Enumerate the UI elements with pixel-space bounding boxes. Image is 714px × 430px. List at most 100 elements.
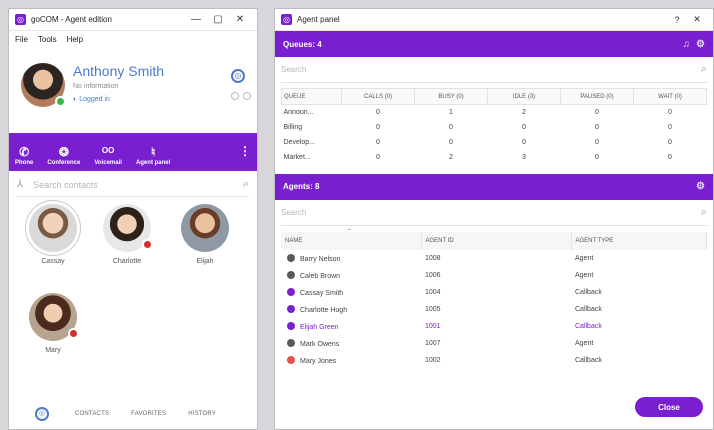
menu-help[interactable]: Help <box>67 35 83 44</box>
gocom-badge-icon[interactable]: ◎ <box>231 69 245 83</box>
contact-avatar <box>29 204 77 252</box>
agent-status-icon <box>287 253 295 262</box>
agent-status-icon <box>287 355 295 364</box>
contact-card-mary[interactable]: Mary <box>23 293 83 354</box>
queue-search: Search ⌕ <box>281 57 707 83</box>
table-row[interactable]: Mark Owens 1007 Agent <box>281 335 707 352</box>
contact-search: ⅄ Search contacts ⌕ <box>17 173 249 197</box>
table-cell: 2 <box>449 153 453 161</box>
agent-id-cell: 1006 <box>425 271 441 279</box>
search-icon[interactable]: ⌕ <box>701 63 707 76</box>
table-cell: 0 <box>522 138 526 146</box>
table-row[interactable]: Charlotte Hugh 1005 Callback <box>281 301 707 318</box>
busy-status-icon <box>68 328 79 339</box>
agent-settings-icon[interactable]: ⚙ <box>696 181 705 192</box>
notification-bell-icon[interactable]: ♫ <box>683 39 691 50</box>
online-status-icon <box>55 96 66 107</box>
queue-settings-icon[interactable]: ⚙ <box>696 39 705 50</box>
network-icon[interactable]: ⅄ <box>17 179 23 190</box>
contact-card-elijah[interactable]: Elijah <box>175 204 235 265</box>
column-header[interactable]: WAIT (0) <box>633 88 707 105</box>
user-profile: Anthony Smith No information ◐ Logged in… <box>9 47 257 133</box>
gocom-logo-icon: ◎ <box>281 14 292 25</box>
maximize-button[interactable]: ▢ <box>207 14 229 25</box>
table-cell: 0 <box>668 108 672 116</box>
nav-contacts[interactable]: CONTACTS <box>75 411 109 417</box>
agent-id-cell: 1008 <box>425 254 441 262</box>
more-options-icon[interactable]: ⋮ <box>239 144 251 158</box>
agent-panel-titlebar: ◎ Agent panel ? ✕ <box>275 9 713 31</box>
conference-button[interactable]: ❂ Conference <box>47 145 80 166</box>
table-row[interactable]: Announ... 0 1 2 0 0 <box>282 105 707 120</box>
conference-label: Conference <box>47 160 81 166</box>
phone-button[interactable]: ✆ Phone <box>15 145 33 166</box>
profile-dnd-icon[interactable] <box>243 92 251 100</box>
agent-type-cell: Callback <box>575 356 602 364</box>
contact-card-charlotte[interactable]: Charlotte <box>97 204 157 265</box>
table-cell: 0 <box>449 123 453 131</box>
table-cell: 0 <box>668 153 672 161</box>
nav-history[interactable]: HISTORY <box>188 411 216 417</box>
contact-avatar <box>181 204 229 252</box>
voicemail-label: Voicemail <box>94 160 122 166</box>
search-icon[interactable]: ⌕ <box>701 206 707 219</box>
queue-search-input[interactable]: Search <box>281 65 701 74</box>
menu-tools[interactable]: Tools <box>38 35 57 44</box>
table-row[interactable]: Cassay Smith 1004 Callback <box>281 284 707 301</box>
minimize-button[interactable]: — <box>185 14 207 25</box>
agent-name: Barry Nelson <box>300 255 341 263</box>
nav-favorites[interactable]: FAVORITES <box>131 411 166 417</box>
agent-search-input[interactable]: Search <box>281 208 701 217</box>
table-cell: Announ... <box>283 108 314 116</box>
agent-panel-button[interactable]: ♮ Agent panel <box>136 145 170 166</box>
table-cell: 0 <box>449 138 453 146</box>
agent-panel-label: Agent panel <box>135 160 171 166</box>
user-name[interactable]: Anthony Smith <box>73 63 164 79</box>
agent-status-icon <box>287 287 295 296</box>
agent-name-cell: Mary Jones <box>281 352 421 369</box>
table-cell: 1 <box>449 108 453 116</box>
close-window-button[interactable]: ✕ <box>687 14 707 25</box>
gocom-home-icon[interactable]: ◎ <box>35 407 49 421</box>
bottom-navigation: ◎ CONTACTS FAVORITES HISTORY <box>9 399 257 429</box>
table-row[interactable]: Billing 0 0 0 0 0 <box>282 120 707 135</box>
table-cell: Market... <box>283 153 311 161</box>
help-button[interactable]: ? <box>667 15 687 25</box>
agent-status-icon <box>287 321 295 330</box>
login-status[interactable]: ◐ Logged in <box>73 96 110 103</box>
agent-panel-window: ◎ Agent panel ? ✕ Queues: 4 ♫ ⚙ Search ⌕… <box>274 8 714 430</box>
agent-panel-title: Agent panel <box>297 15 340 24</box>
table-row[interactable]: Mary Jones 1002 Callback <box>281 352 707 369</box>
search-icon[interactable]: ⌕ <box>243 178 249 191</box>
column-header[interactable]: PAUSED (0) <box>560 88 634 105</box>
column-header[interactable]: QUEUE <box>281 88 342 105</box>
menu-file[interactable]: File <box>15 35 28 44</box>
column-header[interactable]: AGENT TYPE <box>571 231 707 250</box>
agent-type-cell: Agent <box>575 271 594 279</box>
column-header[interactable]: CALLS (0) <box>341 88 415 105</box>
main-titlebar: ◎ goCOM - Agent edition — ▢ ✕ <box>9 9 257 31</box>
column-header[interactable]: AGENT ID <box>421 231 572 250</box>
table-row-selected[interactable]: Elijah Green 1001 Callback <box>281 318 707 335</box>
agent-type-cell: Agent <box>575 339 594 347</box>
queues-count: Queues: 4 <box>283 39 322 49</box>
contact-search-input[interactable]: Search contacts <box>33 180 243 190</box>
table-row[interactable]: Develop... 0 0 0 0 0 <box>282 135 707 150</box>
column-header[interactable]: NAME ⌃ <box>281 229 422 250</box>
close-button[interactable]: Close <box>635 397 703 417</box>
column-header[interactable]: BUSY (0) <box>414 88 488 105</box>
column-header[interactable]: IDLE (3) <box>487 88 561 105</box>
close-window-button[interactable]: ✕ <box>229 14 251 25</box>
sort-caret-icon[interactable]: ⌃ <box>347 228 352 235</box>
voicemail-button[interactable]: ᴼᴼ Voicemail <box>94 145 122 166</box>
contact-card-cassay[interactable]: Cassay <box>23 204 83 265</box>
agent-id-cell: 1002 <box>425 356 441 364</box>
table-cell: Develop... <box>283 138 316 146</box>
user-avatar[interactable] <box>21 63 66 107</box>
table-row[interactable]: Market... 0 2 3 0 0 <box>282 150 707 165</box>
agent-id-cell: 1007 <box>425 339 441 347</box>
table-row[interactable]: Caleb Brown 1006 Agent <box>281 267 707 284</box>
phone-label: Phone <box>15 160 34 166</box>
profile-settings-icon[interactable] <box>231 92 239 100</box>
table-row[interactable]: Barry Nelson 1008 Agent <box>281 250 707 267</box>
